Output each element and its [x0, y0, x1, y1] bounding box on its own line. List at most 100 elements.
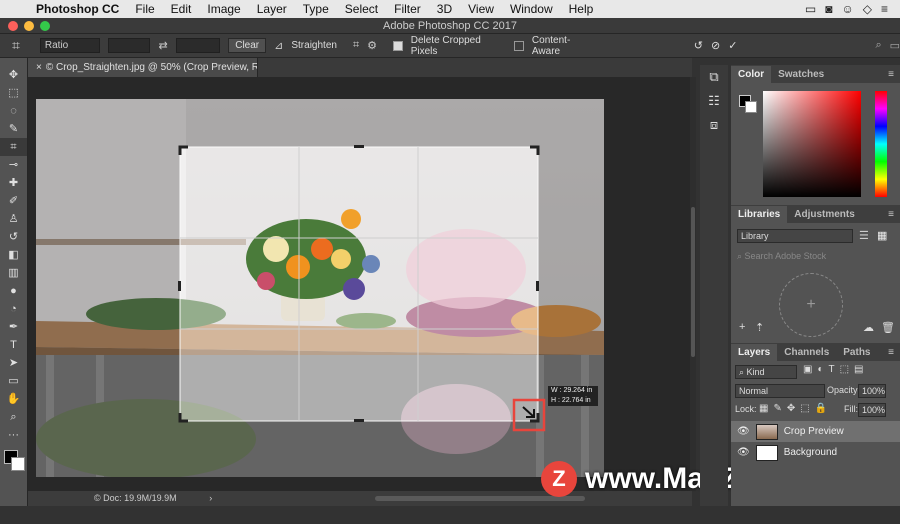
blend-mode-select[interactable]: Normal — [735, 384, 825, 398]
visibility-eye-icon[interactable]: 👁 — [737, 447, 750, 458]
layer-filter-select[interactable]: ⌕ Kind — [735, 365, 797, 379]
close-tab-icon[interactable]: × — [36, 62, 42, 73]
gear-icon[interactable]: ⚙ — [367, 39, 377, 52]
type-tool-icon[interactable]: T — [0, 336, 27, 354]
healing-tool-icon[interactable]: ✚ — [0, 174, 27, 192]
content-aware-checkbox[interactable] — [514, 40, 524, 51]
paragraph-panel-icon[interactable]: ⧈ — [700, 113, 728, 137]
vertical-scrollbar[interactable] — [690, 77, 696, 491]
eraser-tool-icon[interactable]: ◧ — [0, 246, 27, 264]
eyedropper-tool-icon[interactable]: ⊸ — [0, 156, 27, 174]
marquee-tool-icon[interactable]: ⬚ — [0, 84, 27, 102]
stock-search-field[interactable]: ⌕ Search Adobe Stock — [737, 249, 895, 263]
hue-slider[interactable] — [875, 91, 887, 197]
pen-tool-icon[interactable]: ✒ — [0, 318, 27, 336]
clear-button[interactable]: Clear — [228, 38, 267, 53]
hand-tool-icon[interactable]: ✋ — [0, 390, 27, 408]
tab-libraries[interactable]: Libraries — [731, 206, 788, 223]
upload-icon[interactable]: ⇡ — [755, 321, 764, 334]
ratio-width-input[interactable] — [107, 38, 151, 53]
lasso-tool-icon[interactable]: ◌ — [0, 102, 27, 120]
tab-paths[interactable]: Paths — [836, 344, 877, 361]
opacity-field[interactable]: 100% — [858, 384, 886, 398]
menu-app-name[interactable]: Photoshop CC — [28, 2, 127, 16]
tab-layers[interactable]: Layers — [731, 344, 778, 361]
shape-tool-icon[interactable]: ▭ — [0, 372, 27, 390]
ratio-select[interactable]: Ratio — [39, 38, 100, 53]
cc-icon[interactable]: ☁ — [863, 321, 874, 334]
menu-file[interactable]: File — [127, 2, 162, 16]
document-tab[interactable]: × © Crop_Straighten.jpg @ 50% (Crop Previ… — [28, 58, 258, 77]
swap-icon[interactable]: ⇄ — [158, 39, 167, 52]
crop-tool-icon-active[interactable]: ⌗ — [0, 138, 27, 156]
straighten-button[interactable]: Straighten — [291, 40, 337, 51]
menu-filter[interactable]: Filter — [386, 2, 429, 16]
library-select[interactable]: Library — [737, 229, 853, 243]
gradient-tool-icon[interactable]: ▥ — [0, 264, 27, 282]
blur-tool-icon[interactable]: ● — [0, 282, 27, 300]
tab-adjustments[interactable]: Adjustments — [787, 206, 862, 223]
brush-tool-icon[interactable]: ✐ — [0, 192, 27, 210]
dodge-tool-icon[interactable]: ◔ — [0, 300, 27, 318]
grid-view-icon[interactable]: ▦ — [877, 229, 887, 242]
quick-select-tool-icon[interactable]: ✎ — [0, 120, 27, 138]
grid-overlay-icon[interactable]: ⌗ — [353, 39, 359, 52]
menu-view[interactable]: View — [460, 2, 502, 16]
history-panel-icon[interactable]: ⧉ — [700, 65, 728, 89]
straighten-icon[interactable]: ⊿ — [274, 39, 283, 52]
tab-channels[interactable]: Channels — [777, 344, 836, 361]
menu-help[interactable]: Help — [561, 2, 602, 16]
trash-icon-libraries[interactable]: 🗑 — [881, 321, 895, 334]
menu-window[interactable]: Window — [502, 2, 561, 16]
stamp-tool-icon[interactable]: ♙ — [0, 210, 27, 228]
menu-type[interactable]: Type — [295, 2, 337, 16]
color-field[interactable] — [763, 91, 861, 197]
color-swatches[interactable] — [0, 444, 27, 480]
background-color[interactable] — [11, 457, 25, 471]
ratio-height-input[interactable] — [175, 38, 221, 53]
list-view-icon[interactable]: ☰ — [859, 229, 869, 242]
fill-field[interactable]: 100% — [858, 403, 886, 417]
zoom-tool-icon[interactable]: ⌕ — [0, 408, 27, 426]
list-icon[interactable]: ≡ — [881, 2, 888, 16]
path-select-tool-icon[interactable]: ➤ — [0, 354, 27, 372]
close-icon[interactable] — [8, 21, 18, 31]
libraries-menu-icon[interactable]: ≡ — [888, 206, 900, 223]
menu-image[interactable]: Image — [199, 2, 248, 16]
layer-row-background[interactable]: 👁 Background — [731, 442, 900, 463]
lock-icons[interactable]: ▦✎✥⬚🔒 — [759, 403, 832, 414]
status-arrow-icon[interactable]: › — [209, 493, 212, 503]
delete-cropped-checkbox[interactable] — [393, 40, 403, 51]
display-icon[interactable]: ▭ — [805, 2, 816, 16]
vertical-scroll-thumb[interactable] — [691, 207, 695, 357]
library-drop-zone[interactable]: + — [779, 273, 843, 337]
layer-row-crop-preview[interactable]: 👁 Crop Preview — [731, 421, 900, 442]
visibility-eye-icon[interactable]: 👁 — [737, 426, 750, 437]
minimize-icon[interactable] — [24, 21, 34, 31]
tab-color[interactable]: Color — [731, 66, 772, 83]
menu-layer[interactable]: Layer — [249, 2, 295, 16]
wifi-icon[interactable]: ◇ — [863, 2, 872, 16]
menu-select[interactable]: Select — [337, 2, 386, 16]
gamepad-icon[interactable]: ☺ — [841, 2, 853, 16]
tab-swatches[interactable]: Swatches — [771, 66, 831, 83]
move-tool-icon[interactable]: ✥ — [0, 66, 27, 84]
history-brush-icon[interactable]: ↺ — [0, 228, 27, 246]
panel-menu-icon[interactable]: ≡ — [888, 66, 900, 83]
canvas-image[interactable] — [36, 99, 604, 477]
menu-3d[interactable]: 3D — [429, 2, 460, 16]
camera-icon[interactable]: ◙ — [825, 2, 832, 16]
search-icon[interactable]: ⌕ — [875, 39, 881, 52]
add-content-icon[interactable]: + — [739, 321, 745, 333]
layers-menu-icon[interactable]: ≡ — [888, 344, 900, 361]
properties-panel-icon[interactable]: ☷ — [700, 89, 728, 113]
workspace-icon[interactable]: ▭ — [890, 39, 900, 52]
zoom-icon[interactable] — [40, 21, 50, 31]
cancel-icon[interactable]: ⊘ — [711, 39, 720, 52]
menu-edit[interactable]: Edit — [163, 2, 200, 16]
commit-icon[interactable]: ✓ — [728, 39, 737, 52]
more-tools-icon[interactable]: ··· — [0, 426, 27, 444]
reset-icon[interactable]: ↺ — [694, 39, 703, 52]
crop-tool-icon[interactable]: ⌗ — [12, 37, 20, 54]
bg-color-swatch[interactable] — [745, 101, 757, 113]
